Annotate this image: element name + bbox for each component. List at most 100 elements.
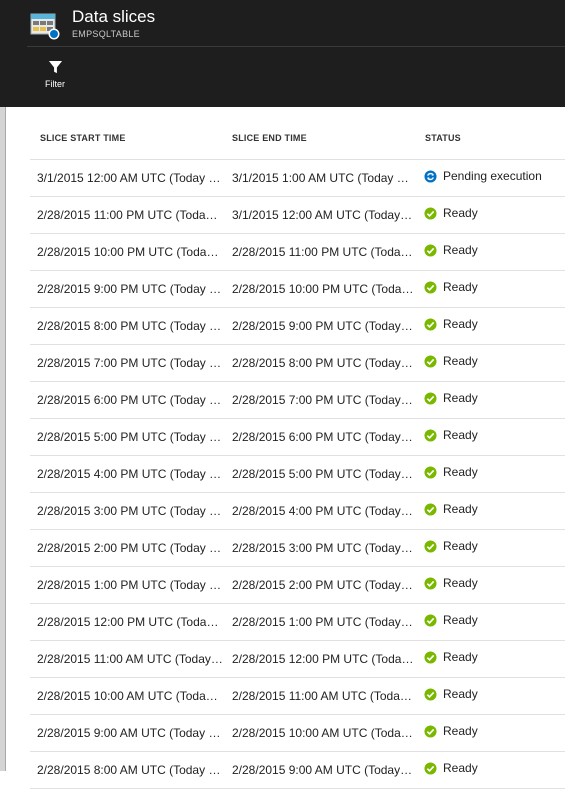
table-row[interactable]: 2/28/2015 1:00 PM UTC (Today 8… 2/28/2015…: [30, 567, 565, 604]
table-row[interactable]: 2/28/2015 10:00 AM UTC (Today… 2/28/2015 …: [30, 678, 565, 715]
filter-button[interactable]: Filter: [33, 56, 77, 96]
slice-start-cell: 2/28/2015 6:00 PM UTC (Today 1…: [37, 393, 223, 407]
status-text: Ready: [443, 206, 478, 220]
ready-check-icon: [424, 687, 437, 701]
status-text: Ready: [443, 761, 478, 775]
status-text: Ready: [443, 243, 478, 257]
slice-end-cell: 2/28/2015 5:00 PM UTC (Today…: [232, 467, 413, 481]
status-cell: Ready: [424, 428, 565, 442]
data-slices-grid: SLICE START TIME SLICE END TIME STATUS 3…: [30, 118, 565, 789]
status-cell: Ready: [424, 243, 565, 257]
pending-refresh-icon: [424, 169, 437, 183]
status-text: Ready: [443, 724, 478, 738]
slice-end-cell: 2/28/2015 9:00 PM UTC (Today…: [232, 319, 413, 333]
page-subtitle: EMPSQLTABLE: [72, 29, 140, 39]
status-text: Ready: [443, 280, 478, 294]
table-row[interactable]: 2/28/2015 4:00 PM UTC (Today 1… 2/28/2015…: [30, 456, 565, 493]
status-cell: Ready: [424, 576, 565, 590]
ready-check-icon: [424, 465, 437, 479]
table-row[interactable]: 2/28/2015 8:00 PM UTC (Today 3… 2/28/2015…: [30, 308, 565, 345]
slice-start-cell: 2/28/2015 5:00 PM UTC (Today 1…: [37, 430, 223, 444]
column-header-end[interactable]: SLICE END TIME: [232, 133, 307, 143]
ready-check-icon: [424, 428, 437, 442]
slice-end-cell: 2/28/2015 7:00 PM UTC (Today…: [232, 393, 413, 407]
status-cell: Ready: [424, 613, 565, 627]
status-text: Ready: [443, 354, 478, 368]
slice-start-cell: 2/28/2015 1:00 PM UTC (Today 8…: [37, 578, 223, 592]
status-text: Ready: [443, 539, 478, 553]
status-cell: Ready: [424, 317, 565, 331]
column-header-start[interactable]: SLICE START TIME: [40, 133, 126, 143]
table-row[interactable]: 2/28/2015 11:00 PM UTC (Today… 3/1/2015 1…: [30, 197, 565, 234]
ready-check-icon: [424, 391, 437, 405]
status-text: Ready: [443, 687, 478, 701]
status-cell: Ready: [424, 650, 565, 664]
left-scroll-rail[interactable]: [0, 107, 6, 771]
ready-check-icon: [424, 539, 437, 553]
slice-start-cell: 2/28/2015 11:00 PM UTC (Today…: [37, 208, 223, 222]
slice-end-cell: 2/28/2015 11:00 AM UTC (Today…: [232, 689, 414, 703]
slice-start-cell: 2/28/2015 4:00 PM UTC (Today 1…: [37, 467, 223, 481]
status-text: Ready: [443, 613, 478, 627]
slice-start-cell: 2/28/2015 12:00 PM UTC (Today…: [37, 615, 223, 629]
slice-end-cell: 2/28/2015 10:00 AM UTC (Today…: [232, 726, 414, 740]
slice-end-cell: 3/1/2015 1:00 AM UTC (Today 8:…: [232, 171, 414, 185]
table-row[interactable]: 2/28/2015 10:00 PM UTC (Today… 2/28/2015 …: [30, 234, 565, 271]
table-row[interactable]: 2/28/2015 7:00 PM UTC (Today 2… 2/28/2015…: [30, 345, 565, 382]
status-cell: Ready: [424, 206, 565, 220]
slice-end-cell: 2/28/2015 11:00 PM UTC (Today…: [232, 245, 414, 259]
status-text: Ready: [443, 502, 478, 516]
title-block: Data slices EMPSQLTABLE: [27, 5, 565, 46]
table-row[interactable]: 2/28/2015 11:00 AM UTC (Today… 2/28/2015 …: [30, 641, 565, 678]
table-row[interactable]: 2/28/2015 3:00 PM UTC (Today 1… 2/28/2015…: [30, 493, 565, 530]
ready-check-icon: [424, 354, 437, 368]
page-title: Data slices: [72, 7, 156, 26]
slice-end-cell: 2/28/2015 12:00 PM UTC (Today…: [232, 652, 414, 666]
column-header-status[interactable]: STATUS: [425, 133, 461, 143]
status-cell: Ready: [424, 539, 565, 553]
status-text: Ready: [443, 576, 478, 590]
data-table-icon: [30, 13, 60, 40]
table-row[interactable]: 2/28/2015 2:00 PM UTC (Today 9… 2/28/2015…: [30, 530, 565, 567]
slice-end-cell: 2/28/2015 4:00 PM UTC (Today…: [232, 504, 413, 518]
status-cell: Ready: [424, 354, 565, 368]
slice-end-cell: 2/28/2015 8:00 PM UTC (Today…: [232, 356, 413, 370]
ready-check-icon: [424, 724, 437, 738]
status-text: Ready: [443, 465, 478, 479]
status-text: Ready: [443, 317, 478, 331]
table-row[interactable]: 3/1/2015 12:00 AM UTC (Today 7… 3/1/2015 …: [30, 160, 565, 197]
ready-check-icon: [424, 280, 437, 294]
status-text: Ready: [443, 650, 478, 664]
table-row[interactable]: 2/28/2015 9:00 PM UTC (Today 4… 2/28/2015…: [30, 271, 565, 308]
slice-start-cell: 2/28/2015 10:00 AM UTC (Today…: [37, 689, 223, 703]
table-row[interactable]: 2/28/2015 6:00 PM UTC (Today 1… 2/28/2015…: [30, 382, 565, 419]
status-cell: Ready: [424, 502, 565, 516]
table-row[interactable]: 2/28/2015 12:00 PM UTC (Today… 2/28/2015 …: [30, 604, 565, 641]
blade-header: Data slices EMPSQLTABLE Filter: [0, 0, 565, 107]
status-cell: Ready: [424, 391, 565, 405]
filter-icon: [48, 60, 62, 74]
ready-check-icon: [424, 576, 437, 590]
ready-check-icon: [424, 502, 437, 516]
grid-header: SLICE START TIME SLICE END TIME STATUS: [30, 118, 565, 160]
table-row[interactable]: 2/28/2015 5:00 PM UTC (Today 1… 2/28/2015…: [30, 419, 565, 456]
slice-start-cell: 2/28/2015 11:00 AM UTC (Today…: [37, 652, 223, 666]
slice-start-cell: 2/28/2015 9:00 PM UTC (Today 4…: [37, 282, 223, 296]
slice-end-cell: 2/28/2015 2:00 PM UTC (Today…: [232, 578, 413, 592]
slice-start-cell: 2/28/2015 9:00 AM UTC (Today 4…: [37, 726, 223, 740]
table-row[interactable]: 2/28/2015 9:00 AM UTC (Today 4… 2/28/2015…: [30, 715, 565, 752]
ready-check-icon: [424, 650, 437, 664]
status-text: Ready: [443, 428, 478, 442]
ready-check-icon: [424, 206, 437, 220]
status-cell: Pending execution: [424, 169, 565, 183]
ready-check-icon: [424, 613, 437, 627]
slice-start-cell: 2/28/2015 8:00 PM UTC (Today 3…: [37, 319, 223, 333]
ready-check-icon: [424, 761, 437, 775]
status-cell: Ready: [424, 687, 565, 701]
ready-check-icon: [424, 243, 437, 257]
slice-end-cell: 2/28/2015 9:00 AM UTC (Today…: [232, 763, 413, 777]
filter-label: Filter: [45, 79, 65, 89]
slice-start-cell: 2/28/2015 10:00 PM UTC (Today…: [37, 245, 223, 259]
ready-check-icon: [424, 317, 437, 331]
grid-body: 3/1/2015 12:00 AM UTC (Today 7… 3/1/2015 …: [30, 160, 565, 789]
